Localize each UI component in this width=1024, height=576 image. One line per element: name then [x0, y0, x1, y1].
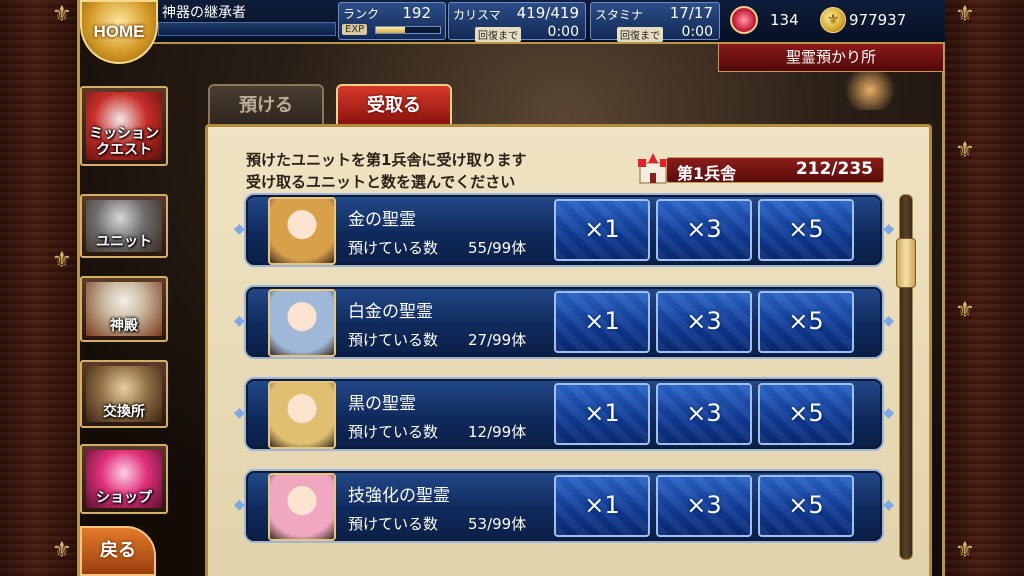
back-button[interactable]: 戻る: [80, 526, 156, 576]
receive-quantity-button[interactable]: ×1: [554, 383, 650, 445]
unit-portrait: [268, 289, 336, 357]
deposited-label: 預けている数: [348, 515, 439, 533]
stamina-value: 17/17: [669, 4, 713, 22]
gem-count: 134: [770, 11, 799, 29]
charisma-box: カリスマ 419/419 回復まで 0:00: [448, 2, 586, 42]
receive-quantity-button[interactable]: ×5: [758, 199, 854, 261]
unit-name: 白金の聖霊: [348, 302, 433, 322]
player-name-bar: [158, 22, 336, 36]
receive-panel: 預けたユニットを第1兵舎に受け取ります 受け取るユニットと数を選んでください 第…: [205, 124, 932, 576]
deposited-count: 27/99体: [468, 331, 527, 349]
unit-row: 金の聖霊預けている数 55/99体 ×1×3×5: [234, 193, 894, 267]
exp-bar: [375, 26, 441, 34]
unit-name: 金の聖霊: [348, 210, 416, 230]
receive-quantity-button[interactable]: ×3: [656, 475, 752, 537]
menu-item-unit[interactable]: ユニット: [80, 194, 168, 258]
scrollbar-thumb[interactable]: [896, 238, 916, 288]
fleur-ornament-icon: ⚜: [955, 138, 975, 163]
receive-quantity-button[interactable]: ×1: [554, 199, 650, 261]
menu-item-label: ミッション クエスト: [89, 126, 159, 158]
player-name: 神器の継承者: [162, 5, 246, 21]
rank-label: ランク: [343, 7, 380, 21]
charisma-value: 419/419: [516, 4, 579, 22]
charisma-recovery-label: 回復まで: [475, 27, 521, 42]
deposited-label: 預けている数: [348, 239, 439, 257]
exp-bar-fill: [376, 27, 405, 33]
barracks-capacity: 第1兵舎 212/235: [636, 153, 884, 185]
rank-value: 192: [402, 4, 431, 22]
exp-label: EXP: [342, 24, 368, 35]
receive-quantity-button[interactable]: ×5: [758, 475, 854, 537]
menu-item-exchange[interactable]: 交換所: [80, 360, 168, 428]
location-banner: 聖霊預かり所: [718, 44, 944, 72]
menu-item-shop[interactable]: ショップ: [80, 444, 168, 514]
deposited-label: 預けている数: [348, 423, 439, 441]
home-label: HOME: [93, 22, 145, 41]
deposited-label: 預けている数: [348, 331, 439, 349]
gold-count: 977937: [849, 11, 907, 29]
instruction-line-1: 預けたユニットを第1兵舎に受け取ります: [246, 151, 527, 169]
tab-deposit[interactable]: 預ける: [208, 84, 324, 126]
receive-quantity-button[interactable]: ×1: [554, 475, 650, 537]
stamina-recovery-time: 0:00: [681, 24, 713, 40]
unit-row: 技強化の聖霊預けている数 53/99体 ×1×3×5: [234, 469, 894, 543]
barracks-count: 212/235: [795, 159, 873, 179]
receive-quantity-button[interactable]: ×5: [758, 291, 854, 353]
menu-item-mission-quest[interactable]: ミッション クエスト: [80, 86, 168, 166]
unit-row: 白金の聖霊預けている数 27/99体 ×1×3×5: [234, 285, 894, 359]
unit-row: 黒の聖霊預けている数 12/99体 ×1×3×5: [234, 377, 894, 451]
right-frame: ⚜ ⚜ ⚜ ⚜: [942, 0, 1024, 576]
receive-quantity-button[interactable]: ×5: [758, 383, 854, 445]
gem-icon: [730, 6, 758, 34]
receive-quantity-button[interactable]: ×3: [656, 199, 752, 261]
fleur-ornament-icon: ⚜: [955, 2, 975, 27]
stamina-label: スタミナ: [595, 8, 644, 22]
receive-quantity-button[interactable]: ×3: [656, 383, 752, 445]
stamina-box: スタミナ 17/17 回復まで 0:00: [590, 2, 720, 42]
charisma-label: カリスマ: [453, 8, 501, 22]
menu-item-label: ショップ: [96, 490, 152, 506]
unit-name: 黒の聖霊: [348, 394, 416, 414]
barracks-tag: 第1兵舎 212/235: [666, 157, 884, 183]
receive-quantity-button[interactable]: ×1: [554, 291, 650, 353]
barracks-label: 第1兵舎: [677, 164, 737, 183]
fleur-ornament-icon: ⚜: [52, 538, 72, 563]
menu-item-label: 神殿: [110, 318, 138, 334]
deposited-count: 53/99体: [468, 515, 527, 533]
tab-receive[interactable]: 受取る: [336, 84, 452, 126]
receive-quantity-button[interactable]: ×3: [656, 291, 752, 353]
unit-portrait: [268, 197, 336, 265]
fleur-ornament-icon: ⚜: [955, 298, 975, 323]
left-frame: ⚜ ⚜ ⚜: [0, 0, 80, 576]
menu-item-temple[interactable]: 神殿: [80, 276, 168, 342]
unit-portrait: [268, 473, 336, 541]
rank-box: ランク 192 EXP: [338, 2, 446, 40]
castle-icon: [638, 153, 668, 184]
fleur-ornament-icon: ⚜: [52, 248, 72, 273]
menu-item-label: 交換所: [103, 404, 145, 420]
deposited-count: 55/99体: [468, 239, 527, 257]
stamina-recovery-label: 回復まで: [617, 27, 663, 42]
deposited-count: 12/99体: [468, 423, 527, 441]
instruction-line-2: 受け取るユニットと数を選んでください: [246, 173, 516, 191]
gold-coin-icon: ⚜: [820, 7, 846, 33]
fleur-ornament-icon: ⚜: [52, 2, 72, 27]
unit-name: 技強化の聖霊: [348, 486, 450, 506]
charisma-recovery-time: 0:00: [547, 24, 579, 40]
unit-portrait: [268, 381, 336, 449]
menu-item-label: ユニット: [96, 234, 152, 250]
fleur-ornament-icon: ⚜: [955, 538, 975, 563]
